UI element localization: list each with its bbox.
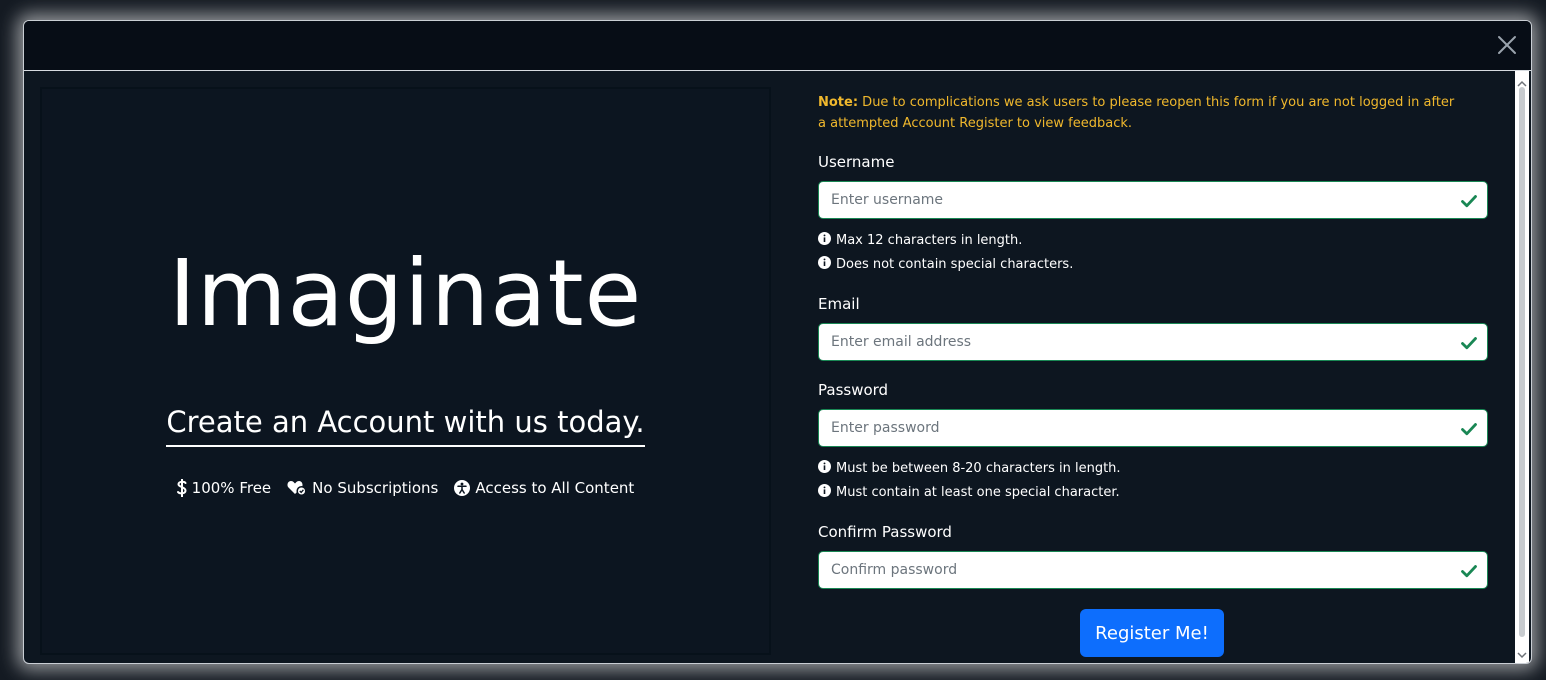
close-icon[interactable] xyxy=(1497,35,1517,55)
check-icon xyxy=(1461,193,1477,212)
password-hint: Must be between 8-20 characters in lengt… xyxy=(818,460,1121,477)
check-icon xyxy=(1461,421,1477,440)
note-label: Note: xyxy=(818,95,859,110)
password-hint: Must contain at least one special charac… xyxy=(818,484,1120,501)
tagline-wrap: Create an Account with us today. xyxy=(42,405,769,447)
feature-list: 100% Free No Subscriptions Access to All… xyxy=(42,479,769,497)
feature-item: Access to All Content xyxy=(454,479,634,497)
password-field[interactable] xyxy=(818,409,1488,447)
feature-item: 100% Free xyxy=(176,479,272,497)
confirm-password-input[interactable] xyxy=(819,553,1439,587)
form-note: Note: Due to complications we ask users … xyxy=(818,92,1458,134)
note-text: Due to complications we ask users to ple… xyxy=(818,95,1455,131)
feature-label: 100% Free xyxy=(191,479,272,497)
email-input[interactable] xyxy=(819,325,1439,359)
register-modal: Imaginate Create an Account with us toda… xyxy=(23,20,1532,664)
feature-label: Access to All Content xyxy=(475,479,635,497)
scrollbar[interactable] xyxy=(1515,71,1529,663)
register-form: Note: Due to complications we ask users … xyxy=(818,71,1490,663)
password-input[interactable] xyxy=(819,411,1439,445)
info-icon xyxy=(818,484,831,501)
chevron-down-icon[interactable] xyxy=(1517,644,1527,663)
password-label: Password xyxy=(818,381,889,399)
modal-header xyxy=(24,21,1531,71)
hearts-icon xyxy=(287,480,307,496)
email-field[interactable] xyxy=(818,323,1488,361)
username-hint: Does not contain special characters. xyxy=(818,256,1073,273)
info-icon xyxy=(818,232,831,249)
username-label: Username xyxy=(818,153,895,171)
scrollbar-thumb[interactable] xyxy=(1519,87,1525,637)
username-field[interactable] xyxy=(818,181,1488,219)
hint-text: Must be between 8-20 characters in lengt… xyxy=(836,461,1121,476)
hint-text: Max 12 characters in length. xyxy=(836,233,1023,248)
check-icon xyxy=(1461,335,1477,354)
hint-text: Must contain at least one special charac… xyxy=(836,485,1120,500)
brand-title: Imaginate xyxy=(168,240,643,347)
feature-label: No Subscriptions xyxy=(312,479,439,497)
email-label: Email xyxy=(818,295,860,313)
dollar-icon xyxy=(176,479,187,497)
username-hint: Max 12 characters in length. xyxy=(818,232,1022,249)
brand-panel: Imaginate Create an Account with us toda… xyxy=(40,87,771,655)
info-icon xyxy=(818,460,831,477)
register-button[interactable]: Register Me! xyxy=(1080,609,1224,657)
feature-item: No Subscriptions xyxy=(287,479,438,497)
check-icon xyxy=(1461,563,1477,582)
info-icon xyxy=(818,256,831,273)
brand-tagline: Create an Account with us today. xyxy=(166,405,645,447)
confirm-password-field[interactable] xyxy=(818,551,1488,589)
username-input[interactable] xyxy=(819,183,1439,217)
hint-text: Does not contain special characters. xyxy=(836,257,1074,272)
confirm-password-label: Confirm Password xyxy=(818,523,952,541)
accessibility-icon xyxy=(454,480,471,496)
